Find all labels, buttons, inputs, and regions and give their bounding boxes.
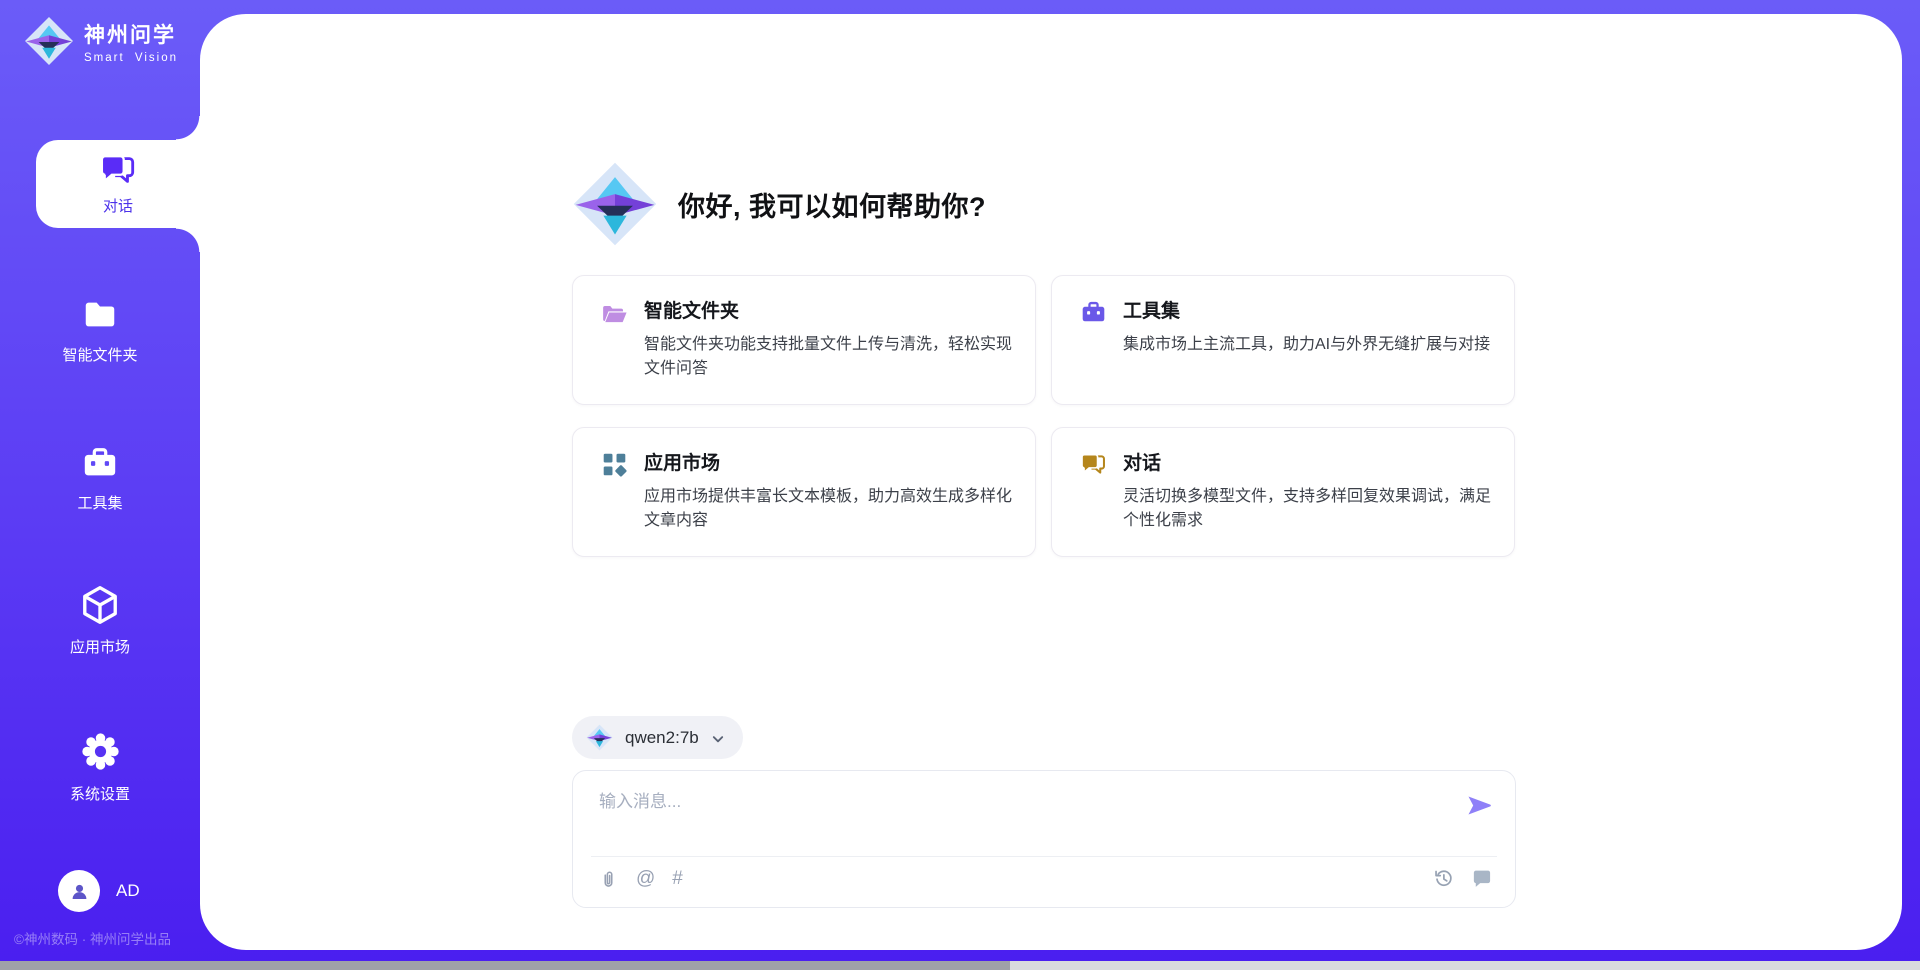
app-title: 神州问学 [84,19,178,49]
gem-logo-icon [24,16,74,66]
card-chat[interactable]: 对话 灵活切换多模型文件，支持多样回复效果调试，满足个性化需求 [1051,427,1515,557]
person-icon [68,880,91,903]
app-subtitle: Smart Vision [84,52,178,64]
model-name: qwen2:7b [625,728,699,748]
card-title: 智能文件夹 [644,298,1015,326]
tab-fillet-top [176,116,200,140]
card-toolset[interactable]: 工具集 集成市场上主流工具，助力AI与外界无缝扩展与对接 [1051,275,1515,405]
message-input[interactable] [599,787,1459,845]
sidebar-item-label: 工具集 [77,492,122,513]
chat-bubbles-icon [99,152,137,188]
toolbox-icon [81,444,119,482]
scrollbar-thumb[interactable] [0,961,1010,970]
chat-bubbles-icon [1080,451,1107,478]
card-app-market[interactable]: 应用市场 应用市场提供丰富长文本模板，助力高效生成多样化文章内容 [572,427,1036,557]
card-smart-folder[interactable]: 智能文件夹 智能文件夹功能支持批量文件上传与清洗，轻松实现文件问答 [572,275,1036,405]
user-initials: AD [116,881,140,901]
hash-icon[interactable]: # [672,868,683,890]
composer-divider [591,856,1497,857]
model-selector[interactable]: qwen2:7b [572,716,743,759]
greeting-title: 你好, 我可以如何帮助你? [678,185,986,224]
card-description: 应用市场提供丰富长文本模板，助力高效生成多样化文章内容 [644,485,1015,533]
history-icon[interactable] [1433,868,1454,889]
chat-bubble-icon[interactable] [1471,868,1492,889]
at-icon[interactable]: @ [636,868,655,890]
feature-cards: 智能文件夹 智能文件夹功能支持批量文件上传与清洗，轻松实现文件问答 工具集 集成… [572,275,1515,557]
card-title: 应用市场 [644,450,1015,478]
apps-grid-icon [601,451,628,478]
sidebar-item-toolset[interactable]: 工具集 [0,444,200,513]
tab-fillet-bottom [176,228,200,252]
sidebar-item-settings[interactable]: 系统设置 [0,730,200,804]
copyright-text: ©神州数码 · 神州问学出品 [14,928,171,948]
send-icon[interactable] [1466,792,1493,819]
cube-icon [79,584,121,626]
user-profile[interactable]: AD [58,870,140,912]
avatar[interactable] [58,870,100,912]
sidebar-item-smart-folder[interactable]: 智能文件夹 [0,296,200,365]
message-composer: @ # [572,770,1516,908]
sidebar-item-chat[interactable]: 对话 [36,140,200,228]
gem-logo-icon [586,724,613,751]
folder-icon [81,296,119,334]
card-description: 智能文件夹功能支持批量文件上传与清洗，轻松实现文件问答 [644,333,1015,381]
toolbox-icon [1080,299,1107,326]
sidebar-item-label: 系统设置 [70,783,130,804]
app-logo: 神州问学 Smart Vision [24,16,178,66]
greeting-hero: 你好, 我可以如何帮助你? [572,160,986,248]
card-description: 灵活切换多模型文件，支持多样回复效果调试，满足个性化需求 [1123,485,1494,533]
gem-logo-icon [572,161,658,247]
card-description: 集成市场上主流工具，助力AI与外界无缝扩展与对接 [1123,333,1490,357]
paperclip-icon[interactable] [598,869,619,890]
gear-icon [79,730,122,773]
folder-open-icon [601,299,628,326]
sidebar-item-label: 对话 [103,195,133,216]
chevron-down-icon [711,732,725,746]
sidebar-item-app-market[interactable]: 应用市场 [0,584,200,657]
card-title: 工具集 [1123,298,1490,326]
horizontal-scrollbar[interactable] [0,961,1920,970]
sidebar-item-label: 智能文件夹 [62,344,137,365]
sidebar-item-label: 应用市场 [70,636,130,657]
card-title: 对话 [1123,450,1494,478]
